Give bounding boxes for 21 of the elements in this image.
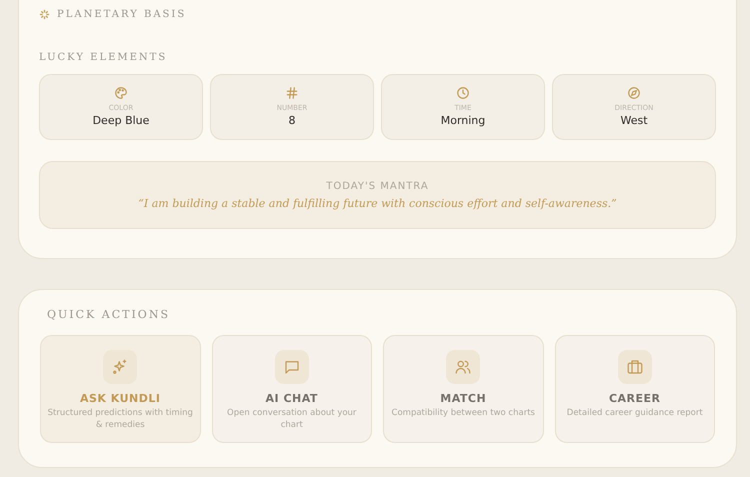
action-card[interactable]: AI CHAT Open conversation about your chart	[212, 335, 372, 443]
mantra-label: TODAY'S MANTRA	[326, 180, 429, 192]
element-value: 8	[288, 113, 296, 128]
chat-icon	[282, 358, 301, 376]
action-card[interactable]: CAREER Detailed career guidance report	[554, 335, 715, 443]
compass-icon	[627, 86, 641, 100]
section-title: LUCKY ELEMENTS	[39, 52, 168, 63]
element-value: Deep Blue	[92, 113, 150, 128]
clock-icon	[456, 86, 470, 100]
people-icon	[454, 358, 472, 376]
palette-icon	[114, 86, 128, 100]
section-title: QUICK ACTIONS	[47, 308, 171, 321]
section-title: PLANETARY BASIS	[57, 9, 186, 20]
element-value: West	[620, 113, 648, 128]
action-card[interactable]: ASK KUNDLI Structured predictions with timing & remedies	[40, 335, 200, 443]
hash-icon	[285, 86, 299, 100]
element-value: Morning	[440, 113, 486, 128]
briefcase-icon	[626, 358, 644, 376]
action-card[interactable]: MATCH Compatibility between two charts	[383, 335, 544, 443]
mantra-text: “I am building a stable and fulfilling future with conscious effort and self-awareness.”	[138, 196, 617, 210]
sparkle-icon	[39, 9, 50, 20]
